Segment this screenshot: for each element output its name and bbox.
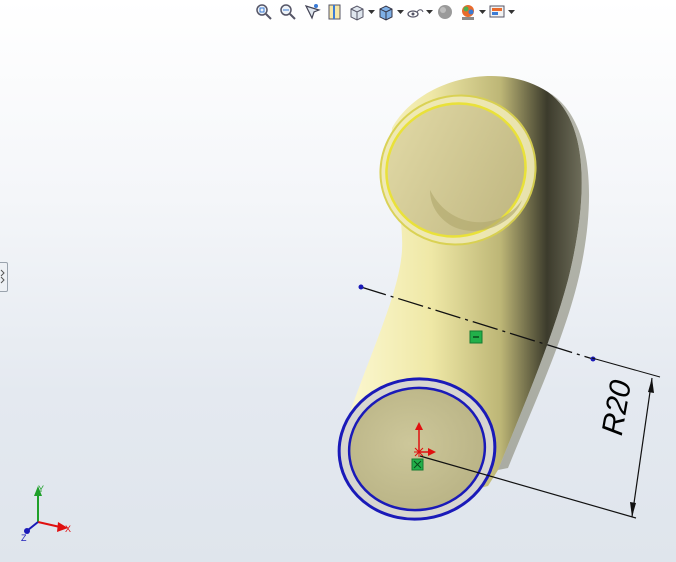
view-orientation-dropdown[interactable] xyxy=(368,1,375,23)
view-settings-icon xyxy=(489,5,505,18)
triad-z-label: Z xyxy=(21,533,27,543)
chevron-down-icon xyxy=(479,9,486,14)
triad-y-label: Y xyxy=(38,484,44,494)
centerline-start-point[interactable] xyxy=(358,284,364,290)
chevron-down-icon xyxy=(368,9,375,14)
dimension-arrow-bottom-icon xyxy=(630,502,636,517)
model-canvas[interactable]: Y X Z xyxy=(0,0,676,562)
chevron-down-icon xyxy=(426,9,433,14)
feature-manager-expand-handle[interactable] xyxy=(0,262,8,292)
apply-scene-button[interactable] xyxy=(457,1,479,23)
origin-star-icon xyxy=(414,447,424,457)
display-style-icon xyxy=(379,5,393,21)
zoom-to-area-button[interactable] xyxy=(276,1,300,23)
hide-show-items-button[interactable] xyxy=(404,1,426,23)
chevron-down-icon xyxy=(508,9,515,14)
edit-appearance-icon xyxy=(438,5,452,19)
zoom-to-fit-button[interactable] xyxy=(252,1,276,23)
heads-up-view-toolbar xyxy=(252,0,542,24)
display-style-button[interactable] xyxy=(375,1,397,23)
graphics-area[interactable]: Y X Z R20 xyxy=(0,0,676,562)
hide-show-items-dropdown[interactable] xyxy=(426,1,433,23)
zoom-to-fit-icon xyxy=(256,4,272,20)
section-view-icon xyxy=(328,4,341,20)
previous-view-button[interactable] xyxy=(300,1,324,23)
view-settings-button[interactable] xyxy=(486,1,508,23)
chevron-down-icon xyxy=(397,9,404,14)
dimension-arrow-top-icon xyxy=(648,378,654,393)
triad-x-label: X xyxy=(65,524,71,534)
view-triad[interactable]: Y X Z xyxy=(21,484,71,543)
view-orientation-button[interactable] xyxy=(346,1,368,23)
apply-scene-icon xyxy=(462,5,474,20)
previous-view-icon xyxy=(304,4,321,20)
zoom-to-area-icon xyxy=(280,4,296,20)
chevron-right-icon xyxy=(0,269,5,284)
dimension-extension-line-top xyxy=(591,357,661,378)
display-style-dropdown[interactable] xyxy=(397,1,404,23)
edit-appearance-button[interactable] xyxy=(433,1,457,23)
hide-show-items-icon xyxy=(407,9,424,18)
view-settings-dropdown[interactable] xyxy=(508,1,515,23)
view-orientation-icon xyxy=(350,5,364,21)
section-view-button[interactable] xyxy=(324,1,346,23)
apply-scene-dropdown[interactable] xyxy=(479,1,486,23)
